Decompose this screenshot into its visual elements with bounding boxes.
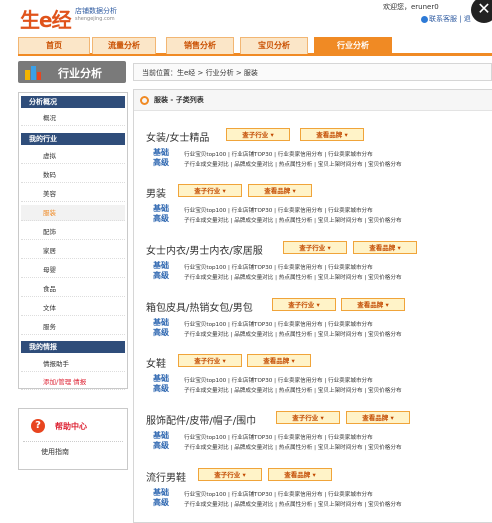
basic-report-links[interactable]: 行业宝贝top100 | 行业店铺TOP30 | 行业卖家信用分布 | 行业卖家… xyxy=(184,320,373,328)
tab-traffic[interactable]: 流量分析 xyxy=(92,37,156,54)
advanced-report-links[interactable]: 子行业成交量对比 | 品牌成交量对比 | 热点属性分析 | 宝贝上架时间分布 |… xyxy=(184,330,402,338)
view-subindustry-button[interactable]: 查子行业 ▾ xyxy=(283,241,347,254)
advanced-report-links[interactable]: 子行业成交量对比 | 品牌成交量对比 | 热点属性分析 | 宝贝上架时间分布 |… xyxy=(184,500,402,508)
sidebar-title: 行业分析 xyxy=(58,67,102,80)
support-icon xyxy=(421,15,428,23)
view-brand-button[interactable]: 查看品牌 ▾ xyxy=(248,184,312,197)
sidebar-item-services[interactable]: 服务 xyxy=(21,319,125,335)
advanced-report-links[interactable]: 子行业成交量对比 | 品牌成交量对比 | 热点属性分析 | 宝贝上架时间分布 |… xyxy=(184,386,402,394)
view-subindustry-button[interactable]: 查子行业 ▾ xyxy=(178,354,242,367)
view-brand-button[interactable]: 查看品牌 ▾ xyxy=(346,411,410,424)
help-center-box: ? 帮助中心 使用指南 xyxy=(18,408,128,470)
advanced-report-links[interactable]: 子行业成交量对比 | 品牌成交量对比 | 热点属性分析 | 宝贝上架时间分布 |… xyxy=(184,443,402,451)
category-name[interactable]: 流行男鞋 xyxy=(146,469,186,484)
tab-industry[interactable]: 行业分析 xyxy=(314,37,392,54)
sidebar: 分析概况 概况 我的行业 虚拟 数码 美容 服装 配饰 家居 母婴 食品 文体 … xyxy=(18,92,128,390)
advanced-label: 高级 xyxy=(153,271,169,280)
view-brand-button[interactable]: 查看品牌 ▾ xyxy=(247,354,311,367)
category-name[interactable]: 服饰配件/皮带/帽子/围巾 xyxy=(146,412,256,427)
sidebar-item-home[interactable]: 家居 xyxy=(21,243,125,259)
basic-report-links[interactable]: 行业宝贝top100 | 行业店铺TOP30 | 行业卖家信用分布 | 行业卖家… xyxy=(184,376,373,384)
sidebar-item-overview[interactable]: 概况 xyxy=(21,110,125,126)
basic-report-links[interactable]: 行业宝贝top100 | 行业店铺TOP30 | 行业卖家信用分布 | 行业卖家… xyxy=(184,263,373,271)
category-name[interactable]: 女士内衣/男士内衣/家居服 xyxy=(146,242,263,257)
advanced-label: 高级 xyxy=(153,441,169,450)
view-brand-button[interactable]: 查看品牌 ▾ xyxy=(341,298,405,311)
sidebar-item-sports[interactable]: 文体 xyxy=(21,300,125,316)
contact-support-link[interactable]: 联系客服 | 退 xyxy=(421,14,471,24)
basic-report-links[interactable]: 行业宝贝top100 | 行业店铺TOP30 | 行业卖家信用分布 | 行业卖家… xyxy=(184,150,373,158)
category-name[interactable]: 男装 xyxy=(146,185,166,200)
sidebar-header: 行业分析 xyxy=(18,61,126,83)
view-subindustry-button[interactable]: 查子行业 ▾ xyxy=(178,184,242,197)
sidebar-item-intel-assistant[interactable]: 情报助手 xyxy=(21,356,125,372)
question-icon: ? xyxy=(31,419,45,433)
sidebar-section-overview: 分析概况 xyxy=(21,96,125,108)
sidebar-item-accessories[interactable]: 配饰 xyxy=(21,224,125,240)
sidebar-section-my-industry: 我的行业 xyxy=(21,133,125,145)
view-brand-button[interactable]: 查看品牌 ▾ xyxy=(300,128,364,141)
category-name[interactable]: 女装/女士精品 xyxy=(146,129,209,144)
divider xyxy=(23,441,123,442)
view-brand-button[interactable]: 查看品牌 ▾ xyxy=(353,241,417,254)
help-center-title[interactable]: 帮助中心 xyxy=(55,421,87,432)
advanced-label: 高级 xyxy=(153,158,169,167)
advanced-label: 高级 xyxy=(153,498,169,507)
tab-items[interactable]: 宝贝分析 xyxy=(240,37,308,54)
user-guide-link[interactable]: 使用指南 xyxy=(41,447,69,457)
basic-report-links[interactable]: 行业宝贝top100 | 行业店铺TOP30 | 行业卖家信用分布 | 行业卖家… xyxy=(184,490,373,498)
sidebar-item-digital[interactable]: 数码 xyxy=(21,167,125,183)
advanced-label: 高级 xyxy=(153,214,169,223)
bullet-ring-icon xyxy=(140,96,149,105)
advanced-report-links[interactable]: 子行业成交量对比 | 品牌成交量对比 | 热点属性分析 | 宝贝上架时间分布 |… xyxy=(184,273,402,281)
category-name[interactable]: 箱包皮具/热销女包/男包 xyxy=(146,299,253,314)
basic-report-links[interactable]: 行业宝贝top100 | 行业店铺TOP30 | 行业卖家信用分布 | 行业卖家… xyxy=(184,206,373,214)
advanced-label: 高级 xyxy=(153,384,169,393)
basic-report-links[interactable]: 行业宝贝top100 | 行业店铺TOP30 | 行业卖家信用分布 | 行业卖家… xyxy=(184,433,373,441)
logo-domain: shengejing.com xyxy=(75,16,115,22)
breadcrumb: 当前位置：生e经 > 行业分析 > 服装 xyxy=(133,63,492,81)
main-title-bar: 服装 - 子类列表 xyxy=(134,90,492,111)
site-logo[interactable]: 生e经 xyxy=(20,4,72,33)
view-subindustry-button[interactable]: 查子行业 ▾ xyxy=(272,298,336,311)
sidebar-item-beauty[interactable]: 美容 xyxy=(21,186,125,202)
view-subindustry-button[interactable]: 查子行业 ▾ xyxy=(226,128,290,141)
industry-icon xyxy=(25,66,41,80)
main-title: 服装 - 子类列表 xyxy=(154,96,204,104)
view-subindustry-button[interactable]: 查子行业 ▾ xyxy=(276,411,340,424)
sidebar-item-virtual[interactable]: 虚拟 xyxy=(21,148,125,164)
sidebar-item-clothing[interactable]: 服装 xyxy=(21,205,125,221)
category-name[interactable]: 女鞋 xyxy=(146,355,166,370)
sidebar-item-manage-intel[interactable]: 添加/管理 情报 xyxy=(21,374,125,390)
view-brand-button[interactable]: 查看品牌 ▾ xyxy=(268,468,332,481)
tab-home[interactable]: 首页 xyxy=(18,37,90,54)
advanced-report-links[interactable]: 子行业成交量对比 | 品牌成交量对比 | 热点属性分析 | 宝贝上架时间分布 |… xyxy=(184,216,402,224)
view-subindustry-button[interactable]: 查子行业 ▾ xyxy=(198,468,262,481)
sidebar-section-my-intel: 我的情报 xyxy=(21,341,125,353)
logo-subtitle: 店铺数据分析 xyxy=(75,7,117,15)
tab-sales[interactable]: 销售分析 xyxy=(166,37,234,54)
advanced-report-links[interactable]: 子行业成交量对比 | 品牌成交量对比 | 热点属性分析 | 宝贝上架时间分布 |… xyxy=(184,160,402,168)
advanced-label: 高级 xyxy=(153,328,169,337)
welcome-text: 欢迎您，eruner0 xyxy=(383,3,439,11)
sidebar-item-baby[interactable]: 母婴 xyxy=(21,262,125,278)
sidebar-item-food[interactable]: 食品 xyxy=(21,281,125,297)
contact-support-label[interactable]: 联系客服 | 退 xyxy=(429,15,471,23)
close-button[interactable]: ✕ xyxy=(471,0,492,23)
